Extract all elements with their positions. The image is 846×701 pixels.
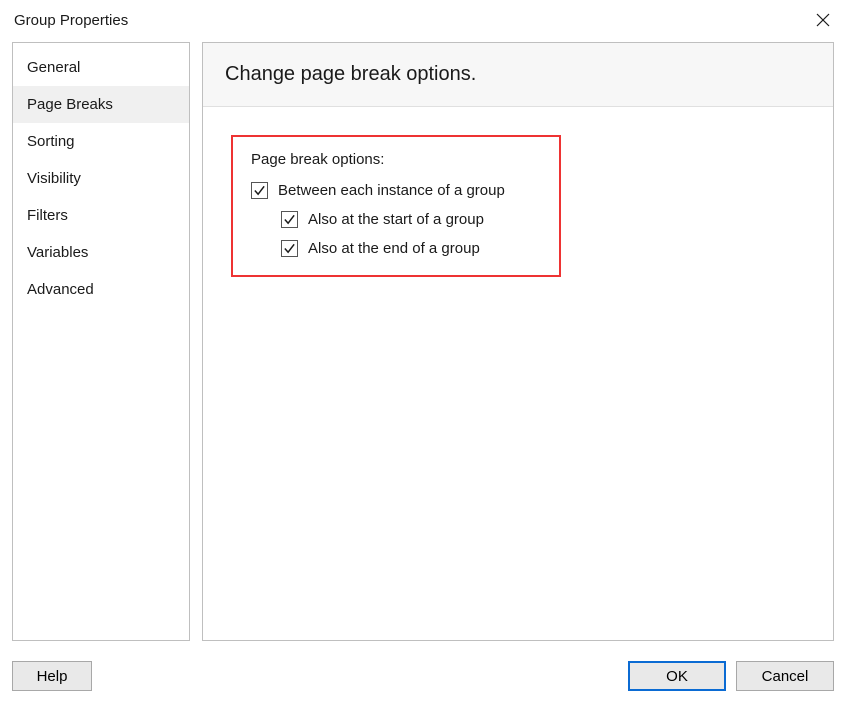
content-area: General Page Breaks Sorting Visibility F… [12, 42, 834, 641]
checkbox-label: Between each instance of a group [278, 182, 505, 199]
checkbox-start-of-group[interactable] [281, 211, 298, 228]
window-title: Group Properties [14, 12, 128, 29]
close-icon [816, 13, 830, 27]
sidebar-item-label: Sorting [27, 133, 75, 150]
sidebar: General Page Breaks Sorting Visibility F… [12, 42, 190, 641]
titlebar: Group Properties [0, 0, 846, 40]
sidebar-item-label: Visibility [27, 170, 81, 187]
sidebar-item-variables[interactable]: Variables [13, 234, 189, 271]
close-button[interactable] [800, 0, 846, 40]
sidebar-item-label: Variables [27, 244, 88, 261]
checkbox-end-of-group[interactable] [281, 240, 298, 257]
page-break-options-group: Page break options: Between each instanc… [231, 135, 561, 277]
checkmark-icon [283, 242, 296, 255]
checkbox-row-start-of-group: Also at the start of a group [281, 211, 541, 228]
ok-button[interactable]: OK [628, 661, 726, 691]
group-label: Page break options: [251, 151, 541, 168]
footer-right: OK Cancel [628, 661, 834, 691]
main-panel: Change page break options. Page break op… [202, 42, 834, 641]
footer: Help OK Cancel [12, 661, 834, 691]
sidebar-item-advanced[interactable]: Advanced [13, 271, 189, 308]
checkmark-icon [283, 213, 296, 226]
checkbox-row-end-of-group: Also at the end of a group [281, 240, 541, 257]
panel-heading: Change page break options. [203, 43, 833, 107]
checkbox-row-between-instances: Between each instance of a group [251, 182, 541, 199]
checkbox-between-instances[interactable] [251, 182, 268, 199]
checkmark-icon [253, 184, 266, 197]
sidebar-item-page-breaks[interactable]: Page Breaks [13, 86, 189, 123]
sidebar-item-label: Page Breaks [27, 96, 113, 113]
panel-body: Page break options: Between each instanc… [203, 107, 833, 305]
sidebar-item-label: Advanced [27, 281, 94, 298]
sidebar-item-general[interactable]: General [13, 49, 189, 86]
sidebar-item-sorting[interactable]: Sorting [13, 123, 189, 160]
sidebar-item-filters[interactable]: Filters [13, 197, 189, 234]
cancel-button[interactable]: Cancel [736, 661, 834, 691]
checkbox-label: Also at the start of a group [308, 211, 484, 228]
checkbox-label: Also at the end of a group [308, 240, 480, 257]
help-button[interactable]: Help [12, 661, 92, 691]
sidebar-item-label: Filters [27, 207, 68, 224]
sidebar-item-visibility[interactable]: Visibility [13, 160, 189, 197]
sidebar-item-label: General [27, 59, 80, 76]
